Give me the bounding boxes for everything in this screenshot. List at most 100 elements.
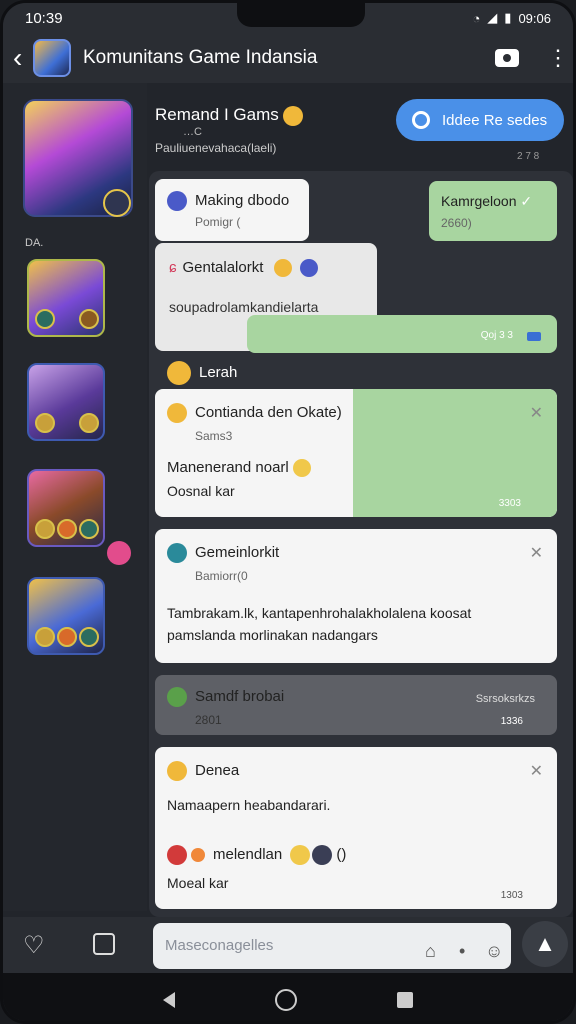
join-button-label: Iddee Re sedes	[442, 111, 548, 129]
hero-avatar-3[interactable]	[27, 469, 105, 547]
system-nav-bar	[3, 973, 573, 1021]
status-time: 10:39	[25, 9, 63, 27]
nav-recents-icon[interactable]	[397, 992, 413, 1008]
message-highlight	[353, 389, 557, 517]
message-card-7[interactable]: Samdf brobai 2801 Ssrsoksrkzs 1336	[155, 675, 557, 735]
message-time: Qoj 3 3	[480, 330, 513, 341]
card-body: Namaapern heabandarari.	[167, 797, 331, 813]
attach-icon[interactable]: ⌂	[425, 941, 436, 962]
message-input[interactable]: Maseconagelles ⌂ • ☺	[153, 923, 511, 969]
hero-badge-icon	[103, 189, 131, 217]
card-subtitle: 2801	[195, 713, 222, 727]
message-time: 1336	[500, 716, 523, 727]
close-icon[interactable]: ✕	[530, 403, 543, 423]
mic-icon[interactable]: •	[459, 941, 465, 962]
hero-badge-icon	[79, 519, 99, 539]
hero-avatar-1[interactable]	[27, 259, 105, 337]
message-title: Gentalalorkt	[182, 259, 264, 276]
status-right-time: 09:06	[518, 10, 551, 26]
logo-icon: ɕ	[169, 259, 177, 276]
card-body: Manenerand noarl	[167, 459, 319, 478]
message-bubble-4[interactable]: Qoj 3 3	[247, 315, 557, 353]
card-title: Contianda den Okate)	[195, 403, 342, 421]
avatar-icon	[167, 191, 187, 211]
message-card-8[interactable]: Denea Namaapern heabandarari. melendlan …	[155, 747, 557, 909]
section-label: Lerah	[167, 361, 237, 385]
battery-icon: ▮	[504, 10, 512, 25]
message-subtitle: Pomigr (	[195, 215, 241, 229]
send-button[interactable]: ▲	[522, 921, 568, 967]
more-options-icon[interactable]: ⋮	[547, 47, 569, 69]
message-card-6[interactable]: Gemeinlorkit Bamiorr(0 Tambrakam.lk, kan…	[155, 529, 557, 663]
emoji-icon	[299, 259, 318, 278]
chat-area[interactable]: Making dbodo Pomigr ( Kamrgeloon ✓ 2660)…	[149, 171, 573, 917]
sidebar-label: DA.	[25, 237, 44, 249]
notification-dot	[107, 541, 131, 565]
emoji-picker-icon[interactable]: ☺	[485, 941, 503, 962]
phone-screen: 10:39 ◔ ◢ ▮ 09:06 ‹ Komunitans Game Inda…	[0, 0, 576, 1024]
emoji-icon	[191, 848, 205, 862]
status-icons: ◔ ◢ ▮ 09:06	[472, 10, 551, 26]
group-avatar[interactable]	[33, 39, 71, 77]
emoji-icon	[312, 845, 333, 865]
hero-badge-icon	[35, 309, 55, 329]
hero-avatar-4[interactable]	[27, 577, 105, 655]
hero-badge-icon	[79, 413, 99, 433]
message-time: 1303	[500, 890, 523, 901]
hero-badge-icon	[35, 519, 55, 539]
page-title: Komunitans Game Indansia	[83, 47, 318, 68]
composer-bar: ♡ Maseconagelles ⌂ • ☺ ▲	[3, 917, 573, 973]
camera-notch	[237, 3, 365, 27]
card-title: Samdf brobai	[195, 687, 285, 705]
hero-badge-icon	[35, 413, 55, 433]
group-title-text: Remand I Gams	[155, 105, 279, 124]
hero-badge-icon	[79, 627, 99, 647]
hero-badge-icon	[35, 627, 55, 647]
emoji-icon	[167, 403, 187, 423]
card-title: Denea	[195, 761, 240, 779]
group-description: Pauliuenevahaca(laeli)	[155, 141, 277, 155]
card-body-line-2: pamslanda morlinakan nadangars	[167, 627, 378, 643]
hero-badge-icon	[57, 627, 77, 647]
status-bar: 10:39 ◔ ◢ ▮ 09:06	[3, 3, 573, 33]
emoji-icon	[167, 761, 187, 781]
message-time: 3303	[498, 498, 521, 509]
camera-icon[interactable]	[495, 49, 519, 67]
back-icon[interactable]: ‹	[13, 42, 31, 74]
hero-badge-icon	[79, 309, 99, 329]
smile-emoji-icon	[167, 361, 191, 385]
card-footer: Moeal kar	[167, 875, 229, 891]
avatar-icon	[167, 687, 187, 707]
card-subtitle: Sams3	[195, 429, 233, 443]
signal-icon: ◢	[487, 10, 498, 25]
emoji-icon	[167, 845, 187, 865]
message-card-1[interactable]: Making dbodo Pomigr (	[155, 179, 309, 241]
heart-icon[interactable]: ♡	[23, 931, 45, 960]
message-bubble-2[interactable]: Kamrgeloon ✓ 2660)	[429, 181, 557, 241]
wifi-icon: ◔	[472, 10, 481, 26]
emoji-icon	[292, 459, 311, 478]
card-meta: Ssrsoksrkzs	[475, 693, 535, 705]
read-receipt-icon	[527, 332, 541, 341]
close-icon[interactable]: ✕	[530, 761, 543, 781]
nav-back-icon[interactable]	[163, 992, 175, 1008]
emoji-icon	[290, 845, 311, 865]
card-footer: Oosnal kar	[167, 483, 235, 499]
member-sidebar: DA.	[3, 83, 147, 911]
message-title: Kamrgeloon ✓	[441, 193, 533, 209]
message-body: soupadrolamkandielarta	[169, 299, 319, 316]
group-timestamp: 2 7 8	[517, 151, 540, 162]
hero-avatar-2[interactable]	[27, 363, 105, 441]
app-header: ‹ Komunitans Game Indansia ⋮	[3, 33, 573, 83]
avatar-icon	[167, 543, 187, 563]
hero-badge-icon	[57, 519, 77, 539]
section-label-text: Lerah	[199, 363, 238, 381]
message-card-5[interactable]: Contianda den Okate) Sams3 Manenerand no…	[155, 389, 557, 517]
card-body-line-1: Tambrakam.lk, kantapenhrohalakholalena k…	[167, 605, 472, 621]
card-subtitle: Bamiorr(0	[195, 569, 248, 583]
join-button[interactable]: Iddee Re sedes	[396, 99, 564, 141]
emoji-icon	[273, 259, 292, 278]
close-icon[interactable]: ✕	[530, 543, 543, 563]
image-icon[interactable]	[93, 933, 115, 955]
nav-home-icon[interactable]	[275, 989, 297, 1011]
